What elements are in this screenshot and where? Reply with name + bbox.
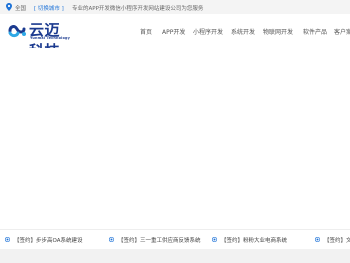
bullet-icon — [109, 237, 114, 242]
ticker-text: 【签约】粉粉大业电商系统 — [221, 238, 288, 244]
slogan-text: 专业的APP开发微信小程序开发网站建设公司为您服务 — [72, 5, 204, 12]
switch-city-link[interactable]: [ 切换城市 ] — [34, 4, 64, 12]
bullet-icon — [315, 237, 320, 242]
bottom-section — [0, 249, 350, 263]
nav-system-dev[interactable]: 系统开发 — [231, 27, 255, 36]
nav-app-dev[interactable]: APP开发 — [162, 27, 185, 36]
bullet-icon — [212, 237, 217, 242]
top-info-bar: 全国 [ 切换城市 ] 专业的APP开发微信小程序开发网站建设公司为您服务 — [0, 0, 350, 14]
nav-iot-dev[interactable]: 物联网开发 — [263, 27, 293, 36]
site-header: 云迈科技 Yunmai Technology 首页 APP开发 小程序开发 系统… — [0, 14, 350, 60]
nav-software-products[interactable]: 软件产品 — [303, 27, 327, 36]
ticker-text: 【签约】三一重工供应商反馈系统 — [118, 238, 201, 244]
news-ticker: 【签约】步步高OA系统建设 【签约】三一重工供应商反馈系统 【签约】粉粉大业电商… — [0, 229, 350, 249]
bullet-icon — [5, 237, 10, 242]
nav-miniprogram-dev[interactable]: 小程序开发 — [193, 27, 223, 36]
ticker-text: 【签约】文 — [324, 238, 350, 244]
main-nav: 首页 APP开发 小程序开发 系统开发 物联网开发 软件产品 客户案例 — [0, 27, 350, 37]
nav-home[interactable]: 首页 — [140, 27, 152, 36]
nav-client-cases[interactable]: 客户案例 — [334, 27, 350, 36]
region-label: 全国 — [15, 5, 27, 12]
ticker-text: 【签约】步步高OA系统建设 — [14, 238, 83, 244]
hero-banner — [0, 48, 350, 228]
location-pin-icon — [6, 3, 12, 11]
